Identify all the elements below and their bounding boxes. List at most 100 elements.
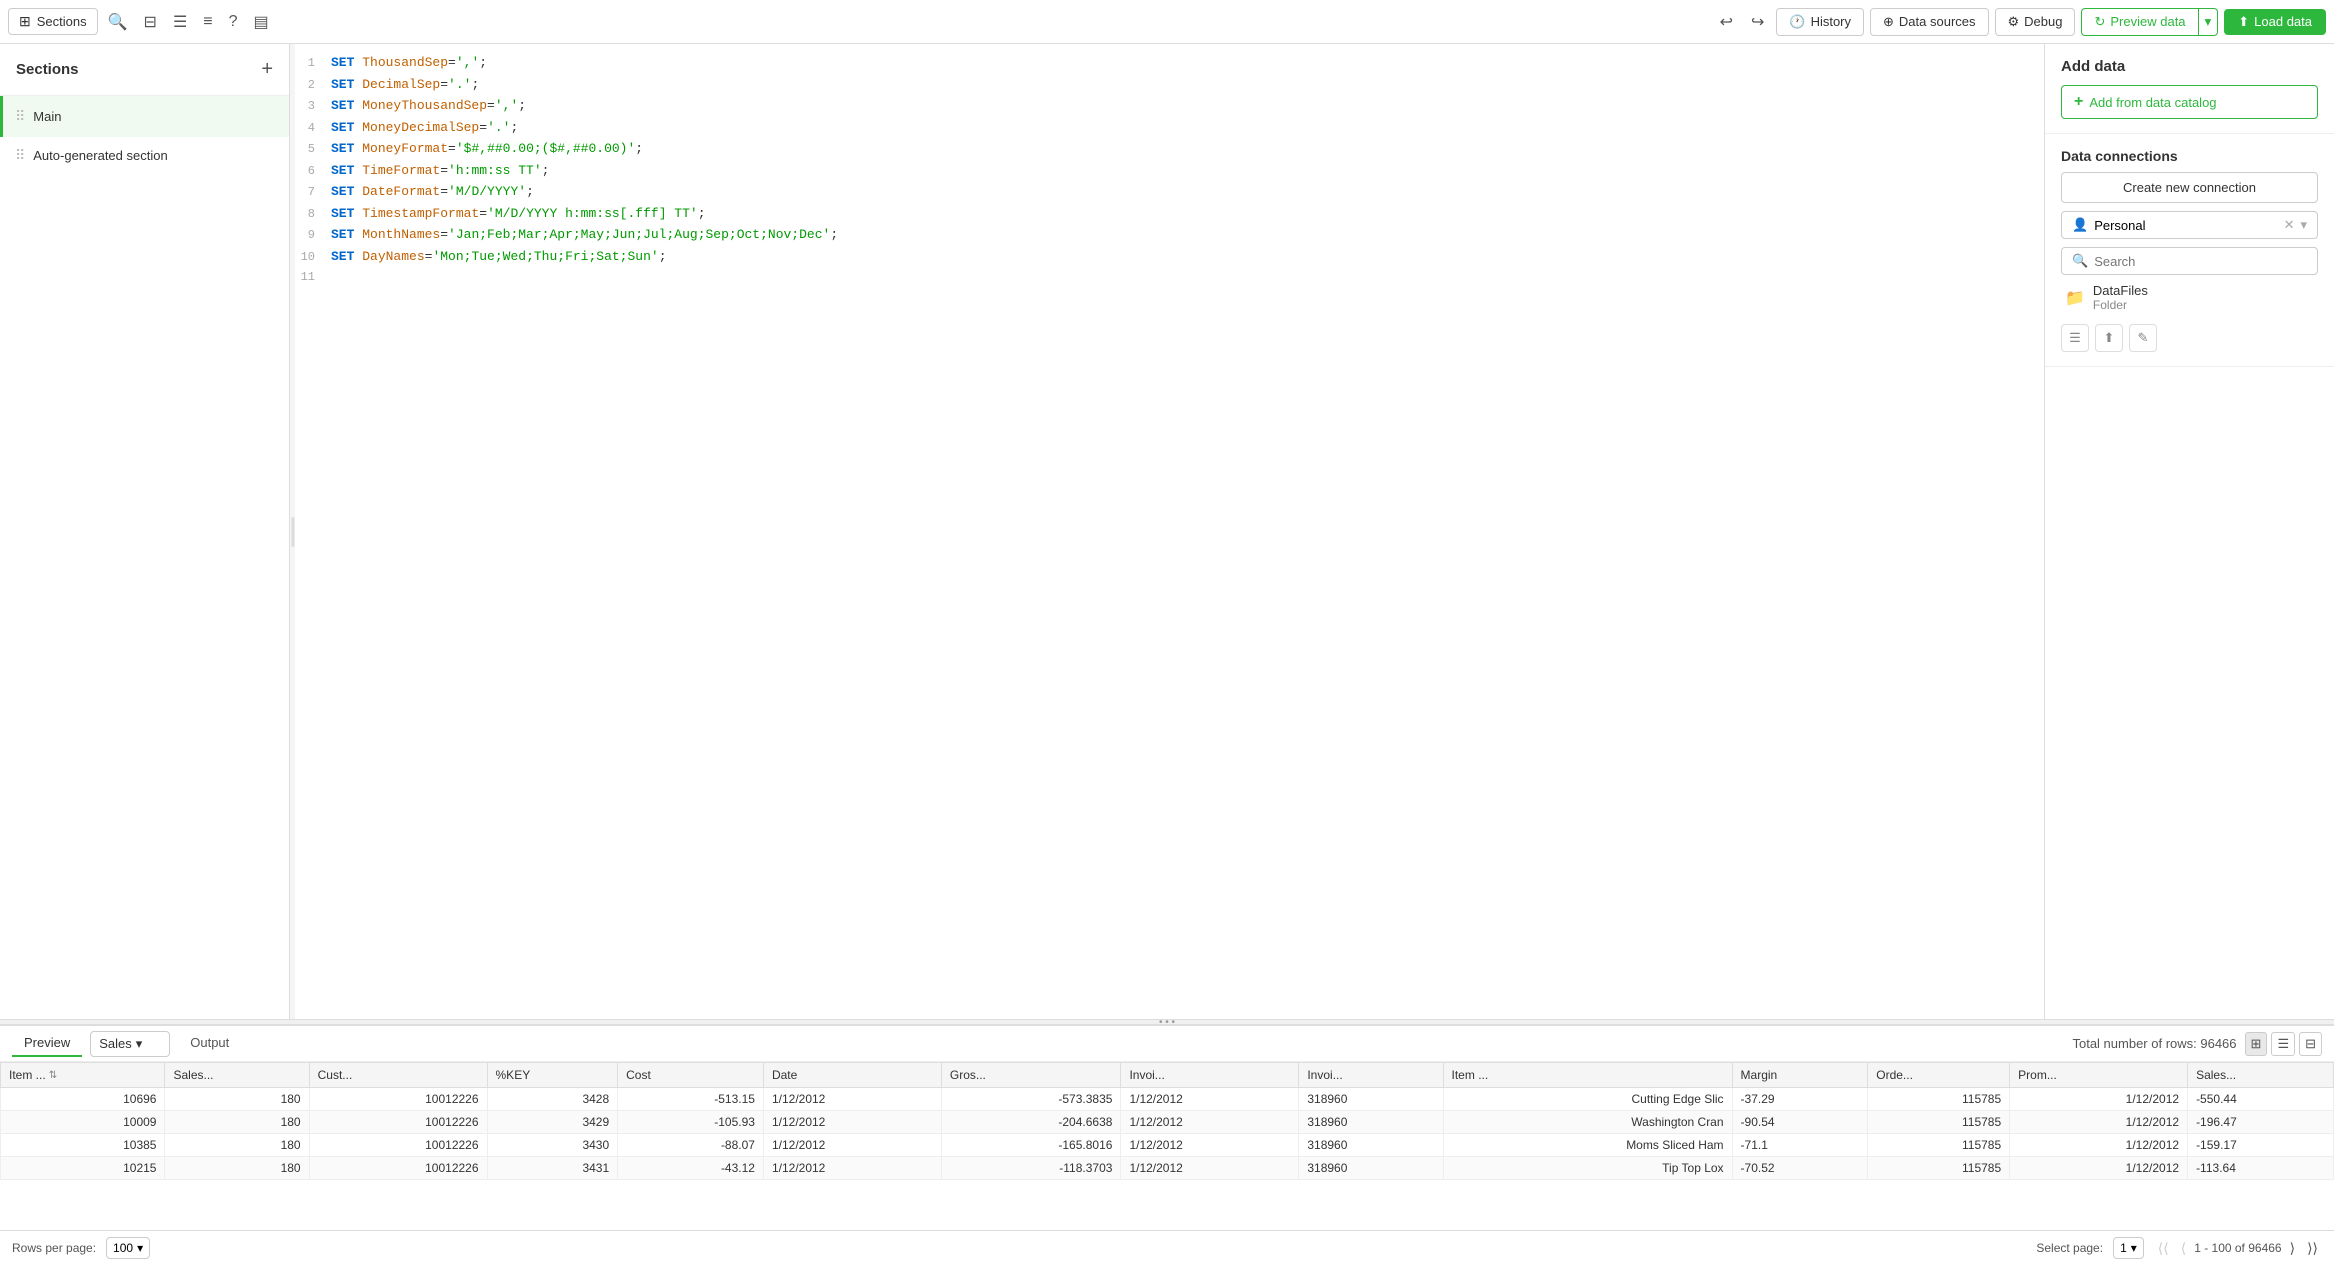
table-cell: 1/12/2012 — [1121, 1134, 1299, 1157]
table-cell: -113.64 — [2188, 1157, 2334, 1180]
redo-button[interactable]: ↪ — [1745, 8, 1770, 36]
search-input[interactable] — [2094, 254, 2307, 269]
code-line-9: 9 SET MonthNames='Jan;Feb;Mar;Apr;May;Ju… — [295, 224, 2044, 246]
col-header-cost[interactable]: Cost — [618, 1063, 764, 1088]
table-cell: -118.3703 — [941, 1157, 1121, 1180]
folder-edit-icon-button[interactable]: ✎ — [2129, 324, 2157, 352]
table-cell: 180 — [165, 1157, 309, 1180]
snippet-icon-button[interactable]: ▤ — [248, 8, 275, 36]
history-icon: 🕐 — [1789, 14, 1805, 30]
code-line-5: 5 SET MoneyFormat='$#,##0.00;($#,##0.00)… — [295, 138, 2044, 160]
table-cell: 10696 — [1, 1088, 165, 1111]
col-header-pkey[interactable]: %KEY — [487, 1063, 618, 1088]
sidebar-item-main[interactable]: ⠿ Main 🗑 — [0, 96, 289, 137]
data-connections-title: Data connections — [2061, 148, 2318, 164]
col-header-item2[interactable]: Item ... — [1443, 1063, 1732, 1088]
sections-button-label: Sections — [37, 14, 87, 29]
sidebar-header: Sections + — [0, 44, 289, 96]
create-connection-button[interactable]: Create new connection — [2061, 172, 2318, 203]
code-editor[interactable]: 1 SET ThousandSep=','; 2 SET DecimalSep=… — [295, 44, 2044, 1019]
search-icon-button[interactable]: 🔍 — [102, 8, 134, 36]
rows-dropdown-icon: ▾ — [137, 1241, 143, 1255]
col-header-sales1[interactable]: Sales... — [165, 1063, 309, 1088]
code-line-8: 8 SET TimestampFormat='M/D/YYYY h:mm:ss[… — [295, 203, 2044, 225]
table-cell: -204.6638 — [941, 1111, 1121, 1134]
search-box[interactable]: 🔍 — [2061, 247, 2318, 275]
table-cell: 115785 — [1868, 1157, 2010, 1180]
debug-button[interactable]: ⚙ Debug — [1995, 8, 2076, 36]
table-cell: Cutting Edge Slic — [1443, 1088, 1732, 1111]
table-cell: 10012226 — [309, 1157, 487, 1180]
next-page-button[interactable]: ⟩ — [2286, 1238, 2299, 1259]
list-view-button[interactable]: ☰ — [2271, 1032, 2295, 1056]
format-icon-button[interactable]: ⊟ — [138, 8, 163, 36]
table-cell: -513.15 — [618, 1088, 764, 1111]
right-panel: Add data + Add from data catalog Data co… — [2044, 44, 2334, 1019]
sidebar-item-autogen[interactable]: ⠿ Auto-generated section — [0, 137, 289, 174]
table-cell: 10009 — [1, 1111, 165, 1134]
col-header-prom[interactable]: Prom... — [2010, 1063, 2188, 1088]
plus-icon: + — [2074, 93, 2083, 111]
col-header-item1[interactable]: Item ...⇅ — [1, 1063, 165, 1088]
col-header-invoi2[interactable]: Invoi... — [1299, 1063, 1443, 1088]
grid-view-button[interactable]: ⊞ — [2245, 1032, 2268, 1056]
col-header-cust[interactable]: Cust... — [309, 1063, 487, 1088]
rows-per-page-selector[interactable]: 100 100 ▾ — [106, 1237, 150, 1259]
bottom-toolbar: Preview Sales ▾ Output Total number of r… — [0, 1026, 2334, 1062]
table-selector[interactable]: Sales ▾ — [90, 1031, 170, 1057]
table-row: 10215180100122263431-43.121/12/2012-118.… — [1, 1157, 2334, 1180]
table-row: 10696180100122263428-513.151/12/2012-573… — [1, 1088, 2334, 1111]
table-cell: 318960 — [1299, 1088, 1443, 1111]
data-sources-button[interactable]: ⊕ Data sources — [1870, 8, 1989, 36]
col-header-invoi1[interactable]: Invoi... — [1121, 1063, 1299, 1088]
col-header-margin[interactable]: Margin — [1732, 1063, 1868, 1088]
add-from-catalog-button[interactable]: + Add from data catalog — [2061, 85, 2318, 119]
code-line-11: 11 — [295, 267, 2044, 287]
drag-handle-icon: ⠿ — [15, 108, 25, 125]
indent-icon-button[interactable]: ☰ — [167, 8, 193, 36]
editor-area: 1 SET ThousandSep=','; 2 SET DecimalSep=… — [295, 44, 2044, 1019]
main-area: Sections + ⠿ Main 🗑 ⠿ Auto-generated sec… — [0, 44, 2334, 1019]
folder-action-icons: ☰ ⬆ ✎ — [2061, 324, 2318, 352]
preview-data-dropdown[interactable]: ▾ — [2199, 8, 2219, 36]
table-cell: -550.44 — [2188, 1088, 2334, 1111]
col-header-gros[interactable]: Gros... — [941, 1063, 1121, 1088]
folder-name: DataFiles — [2093, 283, 2148, 298]
outdent-icon-button[interactable]: ≡ — [197, 9, 218, 35]
page-count: 1 - 100 of 96466 — [2194, 1241, 2281, 1255]
prev-page-button[interactable]: ⟨ — [2177, 1238, 2190, 1259]
undo-button[interactable]: ↩ — [1714, 8, 1739, 36]
debug-icon: ⚙ — [2008, 14, 2020, 30]
bottom-panel: Preview Sales ▾ Output Total number of r… — [0, 1025, 2334, 1265]
select-page-selector[interactable]: 1 ▾ — [2113, 1237, 2144, 1259]
data-table-container: Item ...⇅ Sales... Cust... %KEY Cost Dat… — [0, 1062, 2334, 1230]
last-page-button[interactable]: ⟩⟩ — [2303, 1238, 2322, 1259]
folder-item[interactable]: 📁 DataFiles Folder — [2061, 275, 2318, 320]
first-page-button[interactable]: ⟨⟨ — [2154, 1238, 2173, 1259]
table-cell: -105.93 — [618, 1111, 764, 1134]
col-header-orde[interactable]: Orde... — [1868, 1063, 2010, 1088]
preview-tab[interactable]: Preview — [12, 1030, 82, 1057]
preview-data-button[interactable]: ↻ Preview data — [2081, 8, 2198, 36]
connection-selector[interactable]: 👤 Personal ✕ ▾ — [2061, 211, 2318, 239]
col-header-date[interactable]: Date — [763, 1063, 941, 1088]
column-view-button[interactable]: ⊟ — [2299, 1032, 2322, 1056]
folder-upload-icon-button[interactable]: ⬆ — [2095, 324, 2123, 352]
code-line-1: 1 SET ThousandSep=','; — [295, 52, 2044, 74]
help-icon-button[interactable]: ? — [223, 9, 244, 35]
col-header-sales2[interactable]: Sales... — [2188, 1063, 2334, 1088]
folder-select-icon-button[interactable]: ☰ — [2061, 324, 2089, 352]
table-cell: 1/12/2012 — [2010, 1111, 2188, 1134]
output-tab[interactable]: Output — [178, 1030, 241, 1057]
data-table: Item ...⇅ Sales... Cust... %KEY Cost Dat… — [0, 1062, 2334, 1180]
add-data-section: Add data + Add from data catalog — [2045, 44, 2334, 134]
add-section-button[interactable]: + — [261, 58, 273, 81]
pagination-nav: ⟨⟨ ⟨ 1 - 100 of 96466 ⟩ ⟩⟩ — [2154, 1238, 2322, 1259]
vertical-resize-handle[interactable] — [290, 44, 295, 1019]
history-button[interactable]: 🕐 History — [1776, 8, 1864, 36]
page-dropdown-icon: ▾ — [2131, 1241, 2137, 1255]
load-data-button[interactable]: ⬆ Load data — [2224, 9, 2326, 35]
table-cell: 3429 — [487, 1111, 618, 1134]
table-cell: 1/12/2012 — [763, 1111, 941, 1134]
sections-button[interactable]: ⊞ Sections — [8, 8, 98, 35]
